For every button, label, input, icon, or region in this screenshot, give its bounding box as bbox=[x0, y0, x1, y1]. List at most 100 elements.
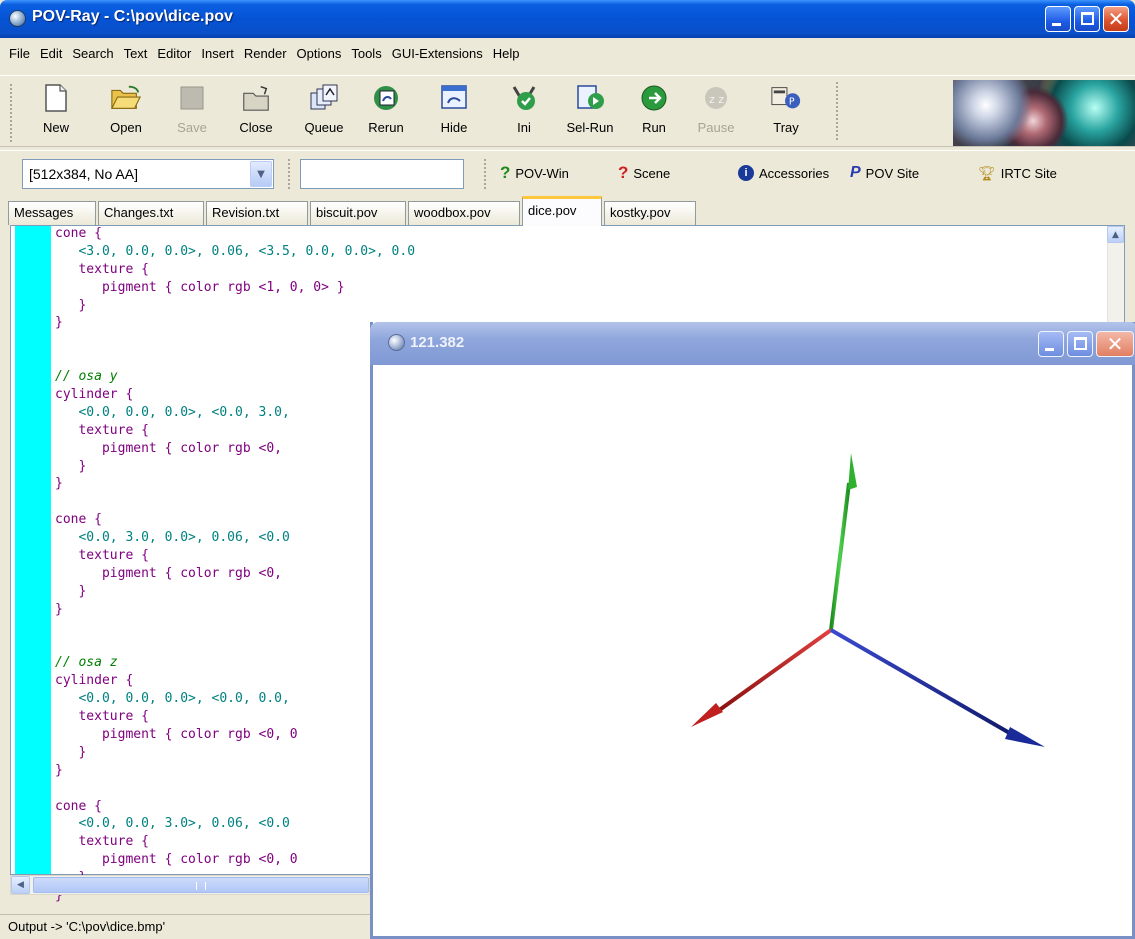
close-button[interactable]: Close bbox=[228, 80, 284, 142]
sel-run-label: Sel-Run bbox=[566, 120, 614, 135]
rerun-button[interactable]: Rerun bbox=[358, 80, 414, 142]
code-line[interactable] bbox=[55, 621, 415, 639]
new-button[interactable]: New bbox=[28, 80, 84, 142]
code-line[interactable]: // osa y bbox=[55, 370, 415, 388]
menu-tools[interactable]: Tools bbox=[346, 44, 386, 64]
queue-button[interactable]: Queue bbox=[296, 80, 352, 142]
menu-help[interactable]: Help bbox=[488, 44, 525, 64]
hide-button[interactable]: Hide bbox=[426, 80, 482, 142]
menu-insert[interactable]: Insert bbox=[196, 44, 239, 64]
code-line[interactable]: cone { bbox=[55, 799, 415, 818]
code-line[interactable]: texture { bbox=[55, 548, 415, 567]
code-line[interactable]: <0.0, 0.0, 0.0>, <0.0, 0.0, bbox=[55, 692, 415, 710]
povwin-help-button[interactable]: ? POV-Win bbox=[500, 163, 569, 183]
main-title-bar[interactable]: POV-Ray - C:\pov\dice.pov ✕ bbox=[0, 0, 1135, 38]
scroll-up-icon[interactable]: ▲ bbox=[1107, 226, 1124, 243]
menu-gui-extensions[interactable]: GUI-Extensions bbox=[387, 44, 488, 64]
code-line[interactable] bbox=[55, 352, 415, 370]
tab-messages[interactable]: Messages bbox=[8, 201, 96, 225]
tab-changes-txt[interactable]: Changes.txt bbox=[98, 201, 204, 225]
menu-render[interactable]: Render bbox=[239, 44, 292, 64]
menu-text[interactable]: Text bbox=[119, 44, 153, 64]
tab-biscuit-pov[interactable]: biscuit.pov bbox=[310, 201, 406, 225]
code-line[interactable]: texture { bbox=[55, 835, 415, 853]
code-line[interactable] bbox=[55, 638, 415, 656]
close-folder-icon bbox=[240, 82, 272, 114]
code-line[interactable]: // osa z bbox=[55, 656, 415, 674]
code-line[interactable]: pigment { color rgb <0, 0 bbox=[55, 727, 415, 746]
code-line[interactable]: } bbox=[55, 298, 415, 317]
code-line[interactable]: texture { bbox=[55, 262, 415, 281]
pov-site-button[interactable]: P POV Site bbox=[850, 163, 919, 183]
rerun-icon bbox=[370, 82, 402, 114]
close-window-button[interactable]: ✕ bbox=[1103, 6, 1129, 32]
code-line[interactable]: cone { bbox=[55, 513, 415, 531]
code-line[interactable] bbox=[55, 334, 415, 352]
code-line[interactable]: } bbox=[55, 459, 415, 478]
tray-button[interactable]: P Tray bbox=[758, 80, 814, 142]
open-button[interactable]: Open bbox=[98, 80, 154, 142]
toolbar-grip-3[interactable] bbox=[484, 159, 487, 189]
horizontal-scrollbar[interactable]: ◀ bbox=[10, 875, 370, 895]
code-line[interactable]: texture { bbox=[55, 709, 415, 728]
tab-woodbox-pov[interactable]: woodbox.pov bbox=[408, 201, 520, 225]
code-line[interactable]: } bbox=[55, 584, 415, 603]
code-line[interactable]: pigment { color rgb <0, bbox=[55, 441, 415, 460]
render-close-button[interactable]: ✕ bbox=[1096, 331, 1134, 357]
menu-edit[interactable]: Edit bbox=[35, 44, 67, 64]
code-line[interactable]: <0.0, 0.0, 3.0>, 0.06, <0.0 bbox=[55, 817, 415, 835]
run-button[interactable]: Run bbox=[626, 80, 682, 142]
info-icon: i bbox=[738, 165, 754, 181]
code-line[interactable]: pigment { color rgb <0, 0 bbox=[55, 853, 415, 871]
menu-options[interactable]: Options bbox=[292, 44, 347, 64]
irtc-site-button[interactable]: 🏆︎ IRTC Site bbox=[978, 163, 1057, 183]
maximize-button[interactable] bbox=[1074, 6, 1100, 32]
code-line[interactable]: <0.0, 0.0, 0.0>, <0.0, 3.0, bbox=[55, 405, 415, 424]
horizontal-scroll-thumb[interactable] bbox=[33, 877, 369, 893]
minimize-button[interactable] bbox=[1045, 6, 1071, 32]
code-line[interactable]: } bbox=[55, 316, 415, 334]
code-line[interactable]: } bbox=[55, 745, 415, 764]
maximize-icon bbox=[1081, 12, 1094, 25]
code-line[interactable]: pigment { color rgb <1, 0, 0> } bbox=[55, 280, 415, 299]
tab-dice-pov[interactable]: dice.pov bbox=[522, 196, 602, 226]
toolbar-grip[interactable] bbox=[10, 84, 14, 142]
sel-run-button[interactable]: Sel-Run bbox=[562, 80, 618, 142]
code-line[interactable] bbox=[55, 782, 415, 800]
editor-code[interactable]: cone { <3.0, 0.0, 0.0>, 0.06, <3.5, 0.0,… bbox=[55, 226, 415, 907]
scene-help-button[interactable]: ? Scene bbox=[618, 163, 670, 183]
code-line[interactable]: } bbox=[55, 477, 415, 495]
menu-editor[interactable]: Editor bbox=[152, 44, 196, 64]
queue-label: Queue bbox=[304, 120, 344, 135]
accessories-button[interactable]: i Accessories bbox=[738, 163, 829, 183]
resolution-select[interactable]: [512x384, No AA] ▼ bbox=[22, 159, 274, 189]
menu-search[interactable]: Search bbox=[67, 44, 118, 64]
render-maximize-button[interactable] bbox=[1067, 331, 1093, 357]
tab-kostky-pov[interactable]: kostky.pov bbox=[604, 201, 696, 225]
run-icon bbox=[638, 82, 670, 114]
render-minimize-button[interactable] bbox=[1038, 331, 1064, 357]
code-line[interactable]: } bbox=[55, 602, 415, 621]
code-line[interactable]: cylinder { bbox=[55, 387, 415, 406]
code-line[interactable] bbox=[55, 495, 415, 513]
toolbar-grip-2[interactable] bbox=[288, 159, 291, 189]
code-line[interactable]: } bbox=[55, 763, 415, 782]
svg-text:P: P bbox=[789, 97, 795, 108]
chevron-down-icon[interactable]: ▼ bbox=[250, 161, 272, 187]
hide-label: Hide bbox=[440, 120, 468, 135]
ini-button[interactable]: Ini bbox=[496, 80, 552, 142]
menu-file[interactable]: File bbox=[4, 44, 35, 64]
code-line[interactable]: <3.0, 0.0, 0.0>, 0.06, <3.5, 0.0, 0.0>, … bbox=[55, 244, 415, 263]
code-line[interactable]: cylinder { bbox=[55, 674, 415, 692]
render-title-bar[interactable]: 121.382 ✕ bbox=[370, 322, 1135, 365]
scroll-left-icon[interactable]: ◀ bbox=[11, 876, 30, 894]
command-line-input[interactable] bbox=[300, 159, 464, 189]
editor-gutter[interactable] bbox=[15, 226, 51, 874]
render-preview-window[interactable]: 121.382 ✕ bbox=[370, 322, 1135, 939]
code-line[interactable]: <0.0, 3.0, 0.0>, 0.06, <0.0 bbox=[55, 531, 415, 549]
run-label: Run bbox=[642, 120, 666, 135]
code-line[interactable]: cone { bbox=[55, 226, 415, 245]
code-line[interactable]: texture { bbox=[55, 423, 415, 442]
code-line[interactable]: pigment { color rgb <0, bbox=[55, 566, 415, 585]
tab-revision-txt[interactable]: Revision.txt bbox=[206, 201, 308, 225]
